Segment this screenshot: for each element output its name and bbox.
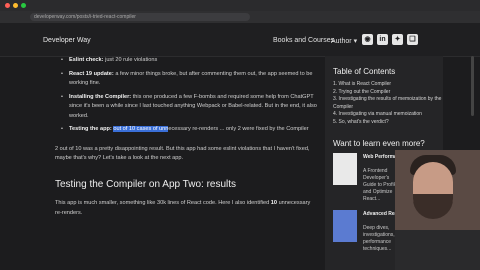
linkedin-icon[interactable]: in [377,34,388,45]
book-cover[interactable] [333,153,357,185]
scrollbar[interactable] [471,56,474,116]
text-selection: out of 10 cases of unn [113,126,169,132]
list-item: Testing the app: out of 10 cases of unne… [55,125,317,135]
browser-tabbar [0,0,480,11]
list-item: React 19 update: a few minor things brok… [55,70,317,89]
webcam-overlay [395,150,480,270]
twitter-icon[interactable]: ✦ [392,34,403,45]
paragraph: This app is much smaller, something like… [55,200,311,216]
learn-more-title: Want to learn even more? [333,139,425,148]
toc-item[interactable]: 2. Trying out the Compiler [333,89,443,97]
site-header: Developer Way Books and Courses Author ▾… [0,23,480,57]
article-content: Eslint check: just 20 rule violations Re… [55,56,317,218]
zoom-window-button[interactable] [21,3,26,8]
nav-books-courses[interactable]: Books and Courses [273,37,334,44]
nav-author[interactable]: Author ▾ [331,37,357,45]
list-item: Eslint check: just 20 rule violations [55,56,317,66]
toc-item[interactable]: 5. So, what's the verdict? [333,119,443,127]
site-brand[interactable]: Developer Way [43,37,91,44]
toc-item[interactable]: 1. What is React Compiler [333,81,443,89]
toc-title: Table of Contents [333,67,396,76]
list-item: Installing the Compiler: this one produc… [55,93,317,122]
toc-item[interactable]: 4. Investigating via manual memoization [333,111,443,119]
paragraph: 2 out of 10 was a pretty disappointing r… [55,145,310,162]
rss-icon[interactable]: ◉ [362,34,373,45]
book-cover[interactable] [333,210,357,242]
browser-toolbar: developerway.com/posts/i-tried-react-com… [0,11,480,23]
close-window-button[interactable] [5,3,10,8]
window-controls[interactable] [5,3,26,8]
results-list: Eslint check: just 20 rule violations Re… [55,56,317,135]
toc-item[interactable]: 3. Investigating the results of memoizat… [333,96,443,111]
toc-list: 1. What is React Compiler 2. Trying out … [333,81,443,126]
minimize-window-button[interactable] [13,3,18,8]
bookmark-icon[interactable]: ❑ [407,34,418,45]
webcam-person [395,230,480,270]
address-bar[interactable]: developerway.com/posts/i-tried-react-com… [30,13,250,21]
section-heading: Testing the Compiler on App Two: results [55,178,237,190]
social-icons: ◉ in ✦ ❑ [362,34,418,45]
webcam-person [413,194,453,219]
